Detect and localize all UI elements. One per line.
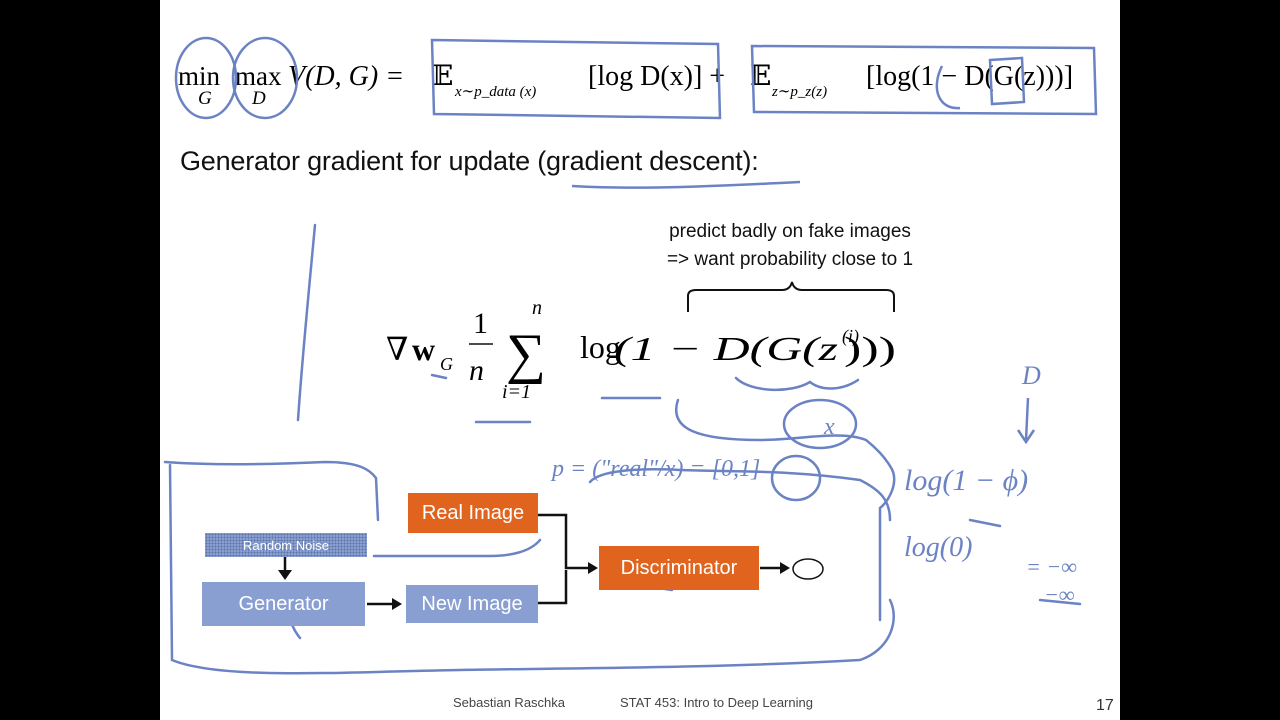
diagram-arrows [278, 513, 824, 610]
arrow-to-discriminator [588, 562, 598, 574]
slide: min G max D V(D, G) = 𝔼 x∼p_data (x) [lo… [160, 0, 1120, 720]
output-node [792, 558, 824, 580]
arrow-noise-to-generator [278, 570, 292, 580]
footer-course: STAT 453: Intro to Deep Learning [620, 695, 813, 710]
arrow-generator-to-newimage [392, 598, 402, 610]
footer-author: Sebastian Raschka [453, 695, 566, 710]
arrow-discriminator-output [780, 562, 790, 574]
page-number: 17 [1096, 697, 1114, 714]
